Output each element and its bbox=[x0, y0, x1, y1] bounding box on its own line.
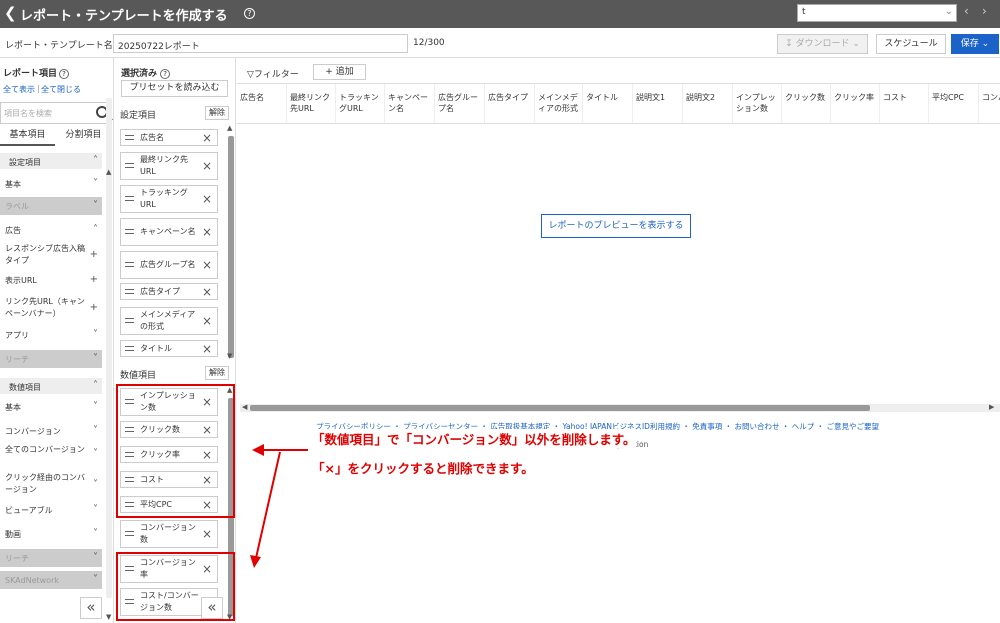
annotation-arrows bbox=[250, 444, 308, 568]
annotation-line-2: 「×」をクリックすると削除できます。 bbox=[312, 461, 534, 476]
annotation-line-1: 「数値項目」で「コンバージョン数」以外を削除します。 bbox=[312, 429, 636, 448]
